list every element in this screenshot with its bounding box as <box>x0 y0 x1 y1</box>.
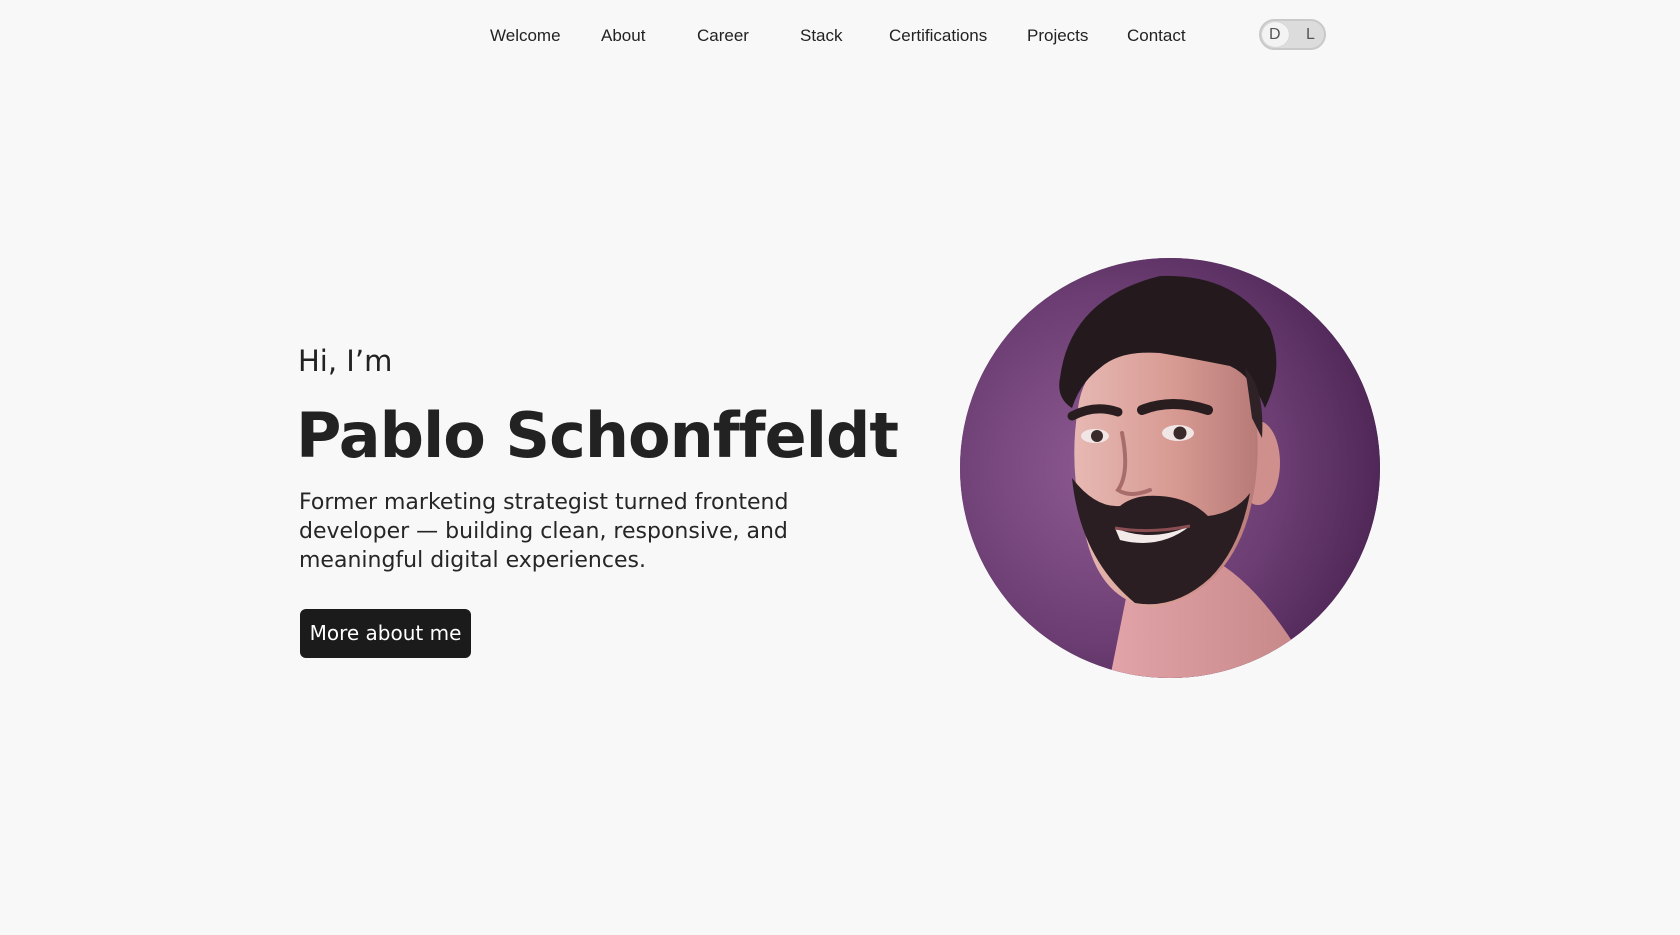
top-nav: Welcome About Career Stack Certification… <box>0 0 1680 72</box>
portrait-photo <box>960 258 1380 678</box>
page: Welcome About Career Stack Certification… <box>0 0 1680 935</box>
nav-item-projects[interactable]: Projects <box>1027 24 1088 48</box>
nav-item-welcome[interactable]: Welcome <box>490 24 561 48</box>
theme-toggle[interactable]: D L <box>1259 19 1326 50</box>
hero-name: Pablo Schonffeldt <box>296 399 899 472</box>
portrait-illustration <box>960 258 1380 678</box>
nav-item-contact[interactable]: Contact <box>1127 24 1186 48</box>
nav-item-career[interactable]: Career <box>697 24 749 48</box>
hero-tagline: Former marketing strategist turned front… <box>299 490 789 573</box>
toggle-dark-label: D <box>1269 26 1281 43</box>
nav-item-certifications[interactable]: Certifications <box>889 24 987 48</box>
hero-greeting: Hi, I’m <box>298 344 393 378</box>
nav-item-stack[interactable]: Stack <box>800 24 843 48</box>
more-about-me-button[interactable]: More about me <box>300 609 471 658</box>
nav-item-about[interactable]: About <box>601 24 645 48</box>
toggle-light-label: L <box>1306 26 1315 43</box>
